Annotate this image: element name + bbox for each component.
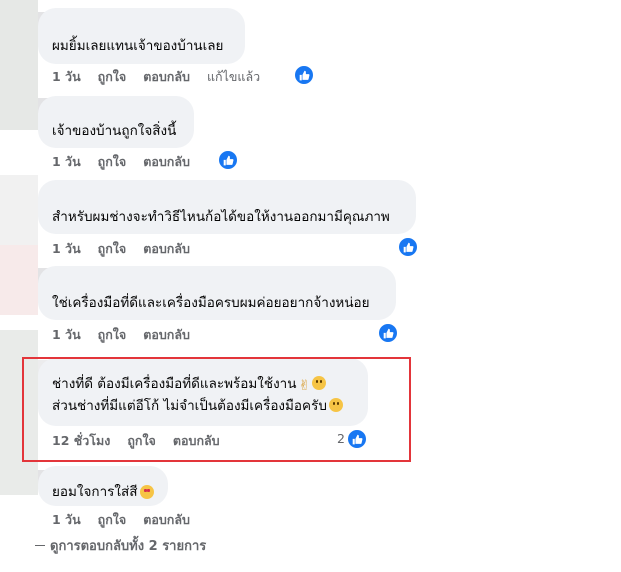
comment-bubble: เจ้าของบ้านถูกใจสิ่งนี้	[38, 96, 194, 148]
like-button[interactable]: ถูกใจ	[98, 510, 127, 530]
like-button[interactable]: ถูกใจ	[98, 325, 127, 345]
reply-button[interactable]: ตอบกลับ	[143, 510, 190, 530]
comment-bubble: ผมยิ้มเลยแทนเจ้าของบ้านเลย	[38, 8, 245, 64]
edited-label: แก้ไขแล้ว	[206, 69, 261, 84]
comment-time[interactable]: 1 วัน	[52, 325, 81, 345]
comment-text: สำหรับผมช่างจะทำวิธีไหนก้อได้ขอให้งานออก…	[52, 209, 390, 225]
avatar-blur	[0, 175, 38, 245]
comment-text: ยอมใจการใส่สี	[52, 484, 138, 500]
comment-bubble: สำหรับผมช่างจะทำวิธีไหนก้อได้ขอให้งานออก…	[38, 180, 416, 234]
reply-button[interactable]: ตอบกลับ	[143, 152, 190, 172]
reply-button[interactable]: ตอบกลับ	[143, 239, 190, 259]
like-button[interactable]: ถูกใจ	[98, 152, 127, 172]
comment-time[interactable]: 1 วัน	[52, 152, 81, 172]
like-thumb-icon[interactable]	[378, 323, 398, 343]
reply-button[interactable]: ตอบกลับ	[143, 67, 190, 87]
comment-actions: 1 วัน ถูกใจ ตอบกลับ แก้ไขแล้ว	[52, 67, 277, 87]
highlight-box	[22, 357, 411, 462]
like-thumb-icon[interactable]	[218, 150, 238, 170]
like-thumb-icon[interactable]	[398, 237, 418, 257]
reply-button[interactable]: ตอบกลับ	[143, 325, 190, 345]
avatar-blur	[0, 0, 38, 130]
smiling-face-with-hearts-icon	[139, 485, 154, 499]
like-button[interactable]: ถูกใจ	[98, 67, 127, 87]
comment-actions: 1 วัน ถูกใจ ตอบกลับ	[52, 152, 207, 172]
comment-bubble: ใช่เครื่องมือที่ดีและเครื่องมือครบผมค่อย…	[38, 266, 396, 320]
comment-time[interactable]: 1 วัน	[52, 239, 81, 259]
view-replies-link[interactable]: ดูการตอบกลับทั้ง 2 รายการ	[35, 535, 206, 556]
like-thumb-icon[interactable]	[294, 65, 314, 85]
comment-actions: 1 วัน ถูกใจ ตอบกลับ	[52, 325, 207, 345]
comment-text: ใช่เครื่องมือที่ดีและเครื่องมือครบผมค่อย…	[52, 295, 370, 311]
comment-actions: 1 วัน ถูกใจ ตอบกลับ	[52, 510, 207, 530]
like-button[interactable]: ถูกใจ	[98, 239, 127, 259]
reply-line-icon	[35, 545, 45, 546]
comment-time[interactable]: 1 วัน	[52, 67, 81, 87]
comment-actions: 1 วัน ถูกใจ ตอบกลับ	[52, 239, 207, 259]
comment-bubble: ยอมใจการใส่สี	[38, 466, 168, 506]
comment-text: เจ้าของบ้านถูกใจสิ่งนี้	[52, 123, 177, 139]
view-replies-label: ดูการตอบกลับทั้ง 2 รายการ	[50, 539, 207, 554]
comment-time[interactable]: 1 วัน	[52, 510, 81, 530]
avatar-blur	[0, 245, 38, 315]
comment-text: ผมยิ้มเลยแทนเจ้าของบ้านเลย	[52, 38, 224, 54]
